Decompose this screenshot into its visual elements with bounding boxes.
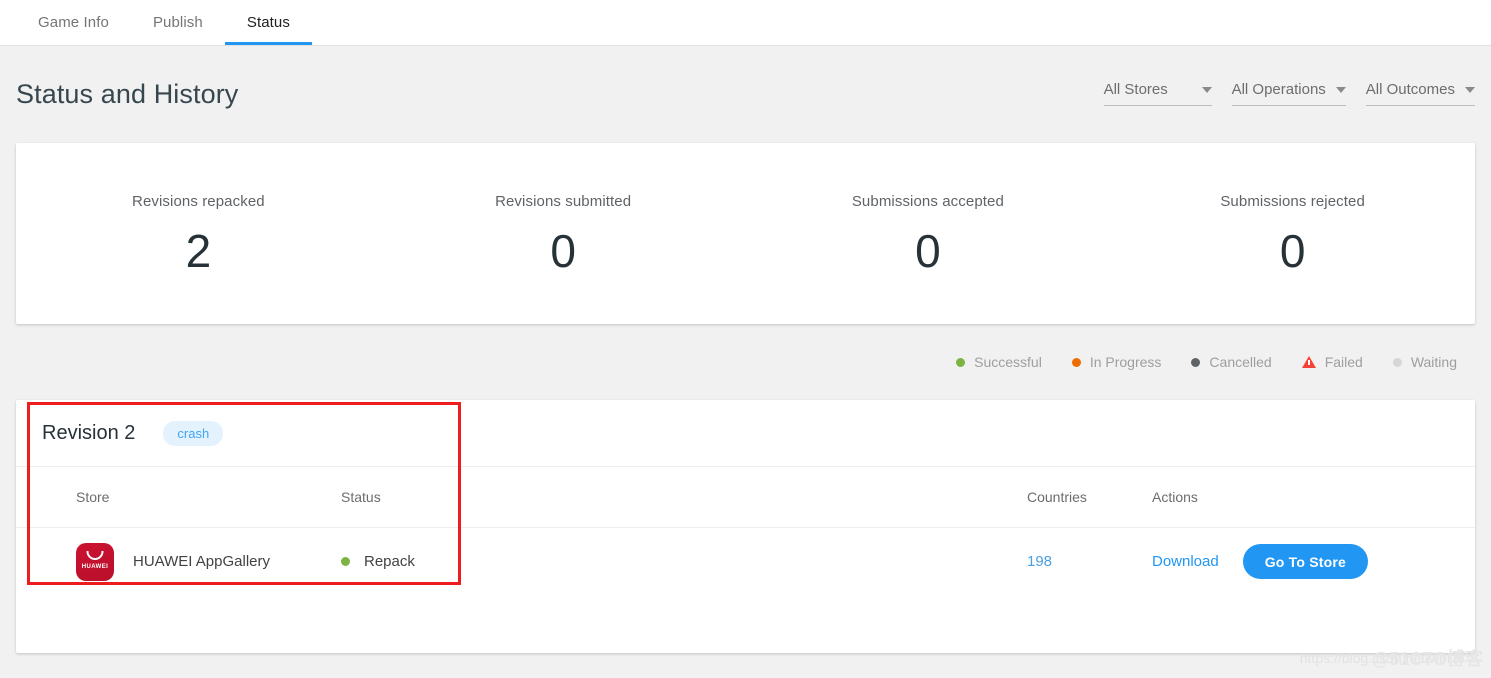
column-header-store: Store	[76, 489, 110, 505]
tab-label: Game Info	[38, 14, 109, 31]
tab-status[interactable]: Status	[224, 0, 313, 45]
chevron-down-icon	[1335, 86, 1346, 93]
cell-status: Repack	[341, 553, 1027, 570]
cell-actions: Download Go To Store	[1152, 544, 1449, 579]
legend-label: Cancelled	[1209, 354, 1272, 370]
chevron-down-icon	[1465, 86, 1475, 93]
revision-header: Revision 2 crash	[16, 400, 1475, 466]
tab-label: Status	[246, 14, 290, 31]
legend-item-successful: Successful	[956, 354, 1042, 370]
shopping-bag-handle-icon	[86, 550, 104, 560]
tab-game-info[interactable]: Game Info	[16, 0, 131, 45]
table-row: HUAWEI HUAWEI AppGallery Repack 198 Down…	[16, 528, 1475, 595]
revision-card: Revision 2 crash Store Status Countries …	[16, 400, 1475, 653]
filter-all-operations[interactable]: All Operations	[1231, 81, 1346, 106]
status-dot-icon	[1191, 357, 1201, 367]
chevron-down-icon	[1201, 86, 1212, 93]
tab-label: Publish	[152, 14, 203, 31]
cell-countries: 198	[1027, 553, 1152, 570]
tab-bar: Game Info Publish Status	[0, 0, 1491, 46]
stat-submissions-rejected: Submissions rejected 0	[1110, 193, 1475, 274]
status-dot-icon	[341, 557, 350, 566]
stat-revisions-repacked: Revisions repacked 2	[16, 193, 381, 274]
stats-card: Revisions repacked 2 Revisions submitted…	[16, 143, 1475, 324]
filter-all-outcomes[interactable]: All Outcomes	[1365, 81, 1475, 106]
column-header-countries: Countries	[1027, 489, 1087, 505]
status-legend: Successful In Progress Cancelled Failed …	[0, 324, 1491, 400]
legend-item-in-progress: In Progress	[1071, 354, 1162, 370]
legend-item-waiting: Waiting	[1392, 354, 1457, 370]
revision-title: Revision 2	[42, 421, 136, 444]
stat-label: Submissions rejected	[1220, 193, 1365, 210]
page-title: Status and History	[16, 79, 239, 109]
stat-value: 0	[1279, 225, 1306, 277]
stat-value: 0	[550, 225, 576, 277]
huawei-wordmark: HUAWEI	[81, 563, 109, 570]
huawei-appgallery-icon: HUAWEI	[76, 542, 114, 581]
stat-label: Revisions submitted	[495, 193, 632, 210]
column-header-actions: Actions	[1152, 489, 1198, 505]
filter-label: All Outcomes	[1365, 81, 1455, 98]
page-header: Status and History All Stores All Operat…	[0, 46, 1491, 143]
filter-label: All Stores	[1103, 81, 1168, 98]
stat-label: Submissions accepted	[851, 193, 1004, 210]
stat-value: 0	[915, 225, 941, 277]
legend-label: Successful	[974, 354, 1042, 370]
status-dot-icon	[1392, 357, 1402, 367]
table-header-row: Store Status Countries Actions	[16, 467, 1475, 527]
status-badge: crash	[163, 420, 224, 446]
download-link[interactable]: Download	[1152, 553, 1219, 570]
status-dot-icon	[1071, 357, 1081, 367]
filter-group: All Stores All Operations All Outcomes	[1103, 81, 1475, 108]
status-text: Repack	[364, 553, 415, 570]
filter-label: All Operations	[1231, 81, 1326, 98]
filter-all-stores[interactable]: All Stores	[1103, 81, 1212, 106]
stat-revisions-submitted: Revisions submitted 0	[381, 193, 746, 274]
legend-item-cancelled: Cancelled	[1191, 354, 1272, 370]
legend-label: Waiting	[1410, 354, 1457, 370]
warning-triangle-icon	[1301, 356, 1316, 368]
go-to-store-button[interactable]: Go To Store	[1242, 544, 1368, 579]
stat-value: 2	[185, 225, 212, 277]
legend-label: Failed	[1324, 354, 1363, 370]
countries-count-link[interactable]: 198	[1027, 553, 1052, 570]
column-header-status: Status	[341, 489, 381, 505]
stat-label: Revisions repacked	[132, 193, 265, 210]
tab-publish[interactable]: Publish	[131, 0, 225, 45]
stat-submissions-accepted: Submissions accepted 0	[746, 193, 1111, 274]
store-name: HUAWEI AppGallery	[133, 553, 270, 570]
cell-store: HUAWEI HUAWEI AppGallery	[76, 542, 341, 581]
legend-item-failed: Failed	[1301, 354, 1363, 370]
status-dot-icon	[956, 357, 966, 367]
legend-label: In Progress	[1089, 354, 1162, 370]
